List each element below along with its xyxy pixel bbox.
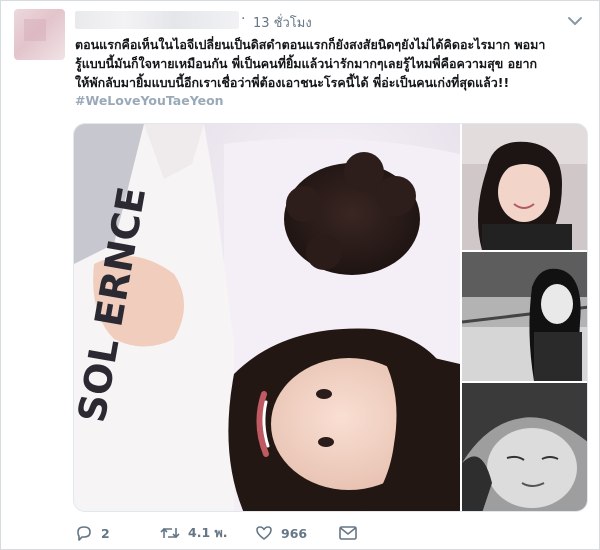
side-photo-1[interactable] <box>462 124 587 250</box>
main-photo[interactable]: SOL ERNCE <box>74 124 460 511</box>
reply-count: 2 <box>101 525 110 541</box>
tweet-text-line: รู้แบบนี้มันก็ใจหายเหมือนกัน พี่เป็นคนที… <box>75 56 538 71</box>
hashtag-link[interactable]: #WeLoveYouTaeYeon <box>75 93 224 108</box>
tweet-card[interactable]: · 13 ชั่วโมง ตอนแรกคือเห็นในไอจีเปลี่ยนเ… <box>0 0 600 550</box>
side-photo-1-illustration <box>462 124 587 250</box>
author-name-blurred[interactable] <box>75 11 239 29</box>
tweet-text: ตอนแรกคือเห็นในไอจีเปลี่ยนเป็นดิสดำตอนแร… <box>75 35 580 92</box>
media-grid: SOL ERNCE <box>73 123 588 512</box>
side-photo-2[interactable] <box>462 252 587 381</box>
side-photo-2-illustration <box>462 252 587 381</box>
avatar[interactable] <box>14 9 65 60</box>
reply-button[interactable]: 2 <box>75 523 110 543</box>
direct-message-button[interactable] <box>338 523 366 543</box>
side-photo-3-illustration <box>462 383 587 511</box>
side-photo-3[interactable] <box>462 383 587 511</box>
tweet-text-line: ตอนแรกคือเห็นในไอจีเปลี่ยนเป็นดิสดำตอนแร… <box>75 37 546 52</box>
separator-dot: · <box>241 11 246 27</box>
retweet-count: 4.1 พ. <box>188 525 228 540</box>
main-photo-illustration: SOL ERNCE <box>74 124 460 511</box>
tweet-timestamp[interactable]: 13 ชั่วโมง <box>253 12 312 33</box>
like-button[interactable]: 966 <box>255 523 307 543</box>
tweet-text-line: ให้พักลับมายิ้มแบบนี้อีกเราเชื่อว่าพี่ต้… <box>75 75 510 90</box>
chevron-down-icon[interactable] <box>565 13 585 29</box>
heart-icon <box>256 526 272 540</box>
retweet-button[interactable]: 4.1 พ. <box>160 523 227 543</box>
envelope-icon <box>339 526 357 540</box>
tweet-actions: 2 4.1 พ. 966 <box>75 523 455 543</box>
like-count: 966 <box>281 525 308 541</box>
retweet-icon <box>160 527 180 539</box>
reply-icon <box>77 526 91 541</box>
